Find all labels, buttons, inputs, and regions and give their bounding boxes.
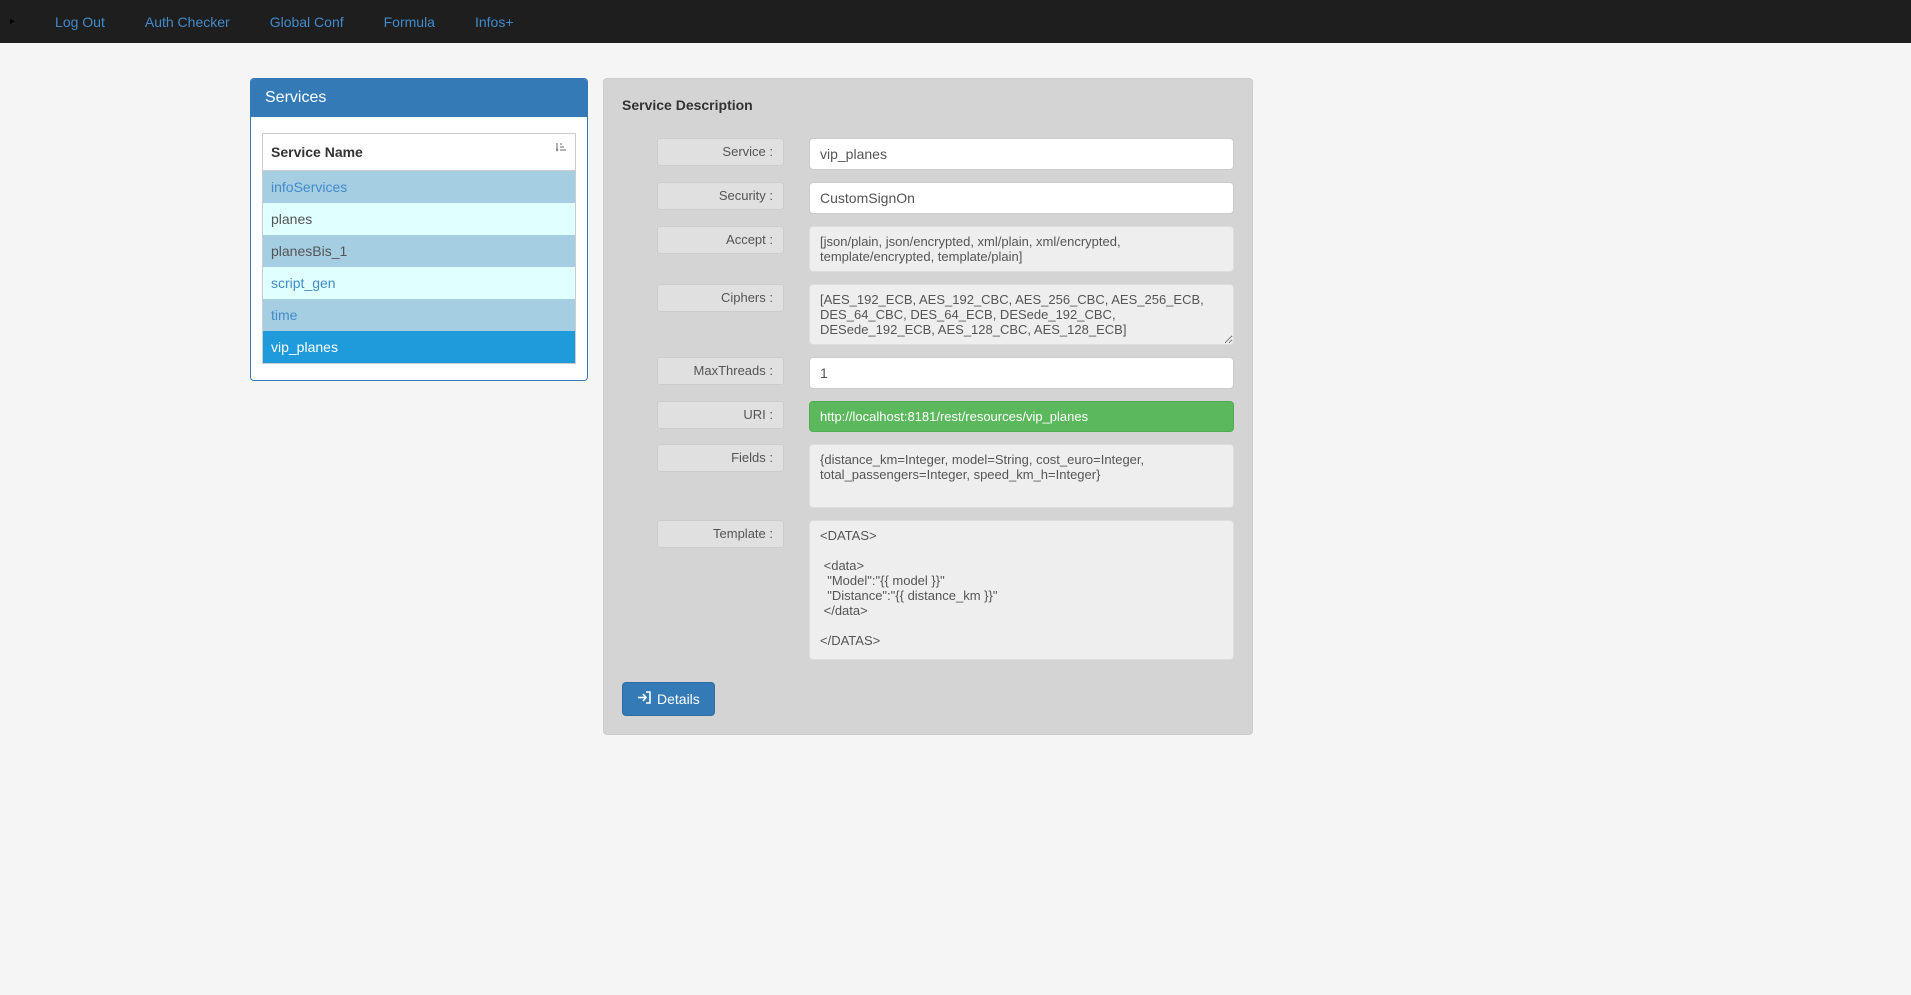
services-col-header[interactable]: Service Name (263, 134, 576, 171)
static-template: <DATAS> <data> "Model":"{{ model }}" "Di… (809, 520, 1234, 660)
service-row-infoservices[interactable]: infoServices (263, 171, 576, 204)
service-row-planes[interactable]: planes (263, 203, 576, 235)
label-ciphers: Ciphers : (657, 284, 784, 312)
sort-icon[interactable] (556, 143, 567, 159)
top-navbar: ▸ Log Out Auth Checker Global Conf Formu… (0, 0, 1911, 43)
label-service: Service : (657, 138, 784, 166)
label-maxthreads: MaxThreads : (657, 357, 784, 385)
label-fields: Fields : (657, 444, 784, 472)
textarea-ciphers[interactable]: [AES_192_ECB, AES_192_CBC, AES_256_CBC, … (809, 284, 1234, 345)
nav-infos[interactable]: Infos+ (455, 14, 534, 30)
service-row-scriptgen[interactable]: script_gen (263, 267, 576, 299)
details-button[interactable]: Details (622, 682, 715, 716)
static-fields: {distance_km=Integer, model=String, cost… (809, 444, 1234, 508)
input-maxthreads[interactable] (809, 357, 1234, 389)
details-button-label: Details (657, 691, 700, 707)
label-uri: URI : (657, 401, 784, 429)
nav-auth-checker[interactable]: Auth Checker (125, 14, 250, 30)
service-description-panel: Service Description Service : Security :… (603, 78, 1253, 735)
nav-logout[interactable]: Log Out (35, 14, 125, 30)
label-security: Security : (657, 182, 784, 210)
label-template: Template : (657, 520, 784, 548)
service-row-time[interactable]: time (263, 299, 576, 331)
details-heading: Service Description (622, 97, 1234, 113)
static-accept: [json/plain, json/encrypted, xml/plain, … (809, 226, 1234, 272)
label-accept: Accept : (657, 226, 784, 254)
service-row-planesbis1[interactable]: planesBis_1 (263, 235, 576, 267)
services-col-header-label: Service Name (271, 144, 363, 160)
menu-toggle-icon[interactable]: ▸ (10, 16, 15, 27)
input-security[interactable] (809, 182, 1234, 214)
input-service[interactable] (809, 138, 1234, 170)
service-row-vipplanes[interactable]: vip_planes (263, 331, 576, 364)
uri-link[interactable]: http://localhost:8181/rest/resources/vip… (809, 401, 1234, 432)
nav-formula[interactable]: Formula (364, 14, 455, 30)
services-panel: Services Service Name infoServices (250, 78, 588, 381)
login-icon (637, 691, 652, 707)
nav-global-conf[interactable]: Global Conf (250, 14, 364, 30)
services-panel-title: Services (251, 79, 587, 117)
services-table: Service Name infoServices planes planesB… (262, 133, 576, 364)
